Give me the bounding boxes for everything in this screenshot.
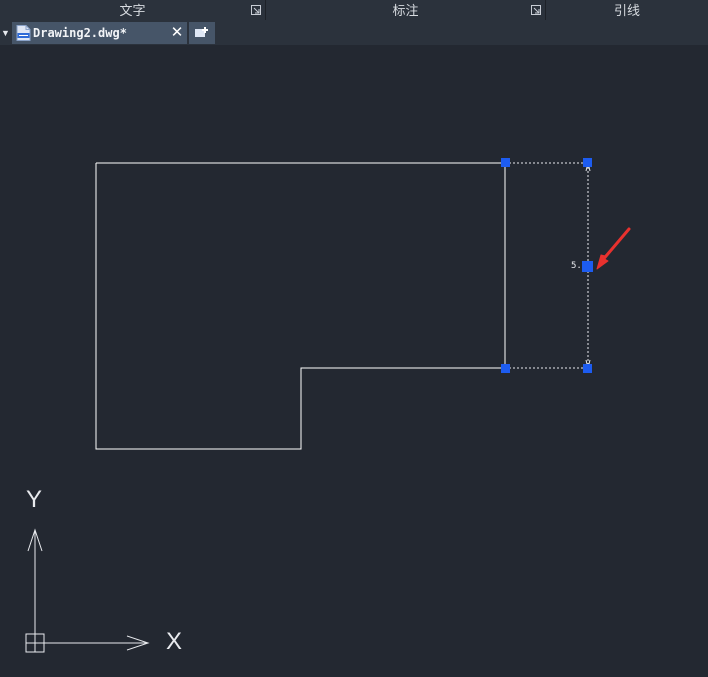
grip-dimension-text[interactable] <box>582 261 593 272</box>
new-tab-icon <box>195 27 208 37</box>
panel-dimension[interactable]: 标注 <box>266 0 546 20</box>
grip-top-right[interactable] <box>583 158 592 167</box>
panel-leader[interactable]: 引线 <box>546 0 708 20</box>
annotation-arrow-shaft <box>599 227 631 264</box>
ribbon-panel-bar: 文字 标注 引线 <box>0 0 708 22</box>
l-shape-polyline[interactable] <box>95 162 506 450</box>
panel-text[interactable]: 文字 <box>0 0 266 20</box>
document-tab-bar: ▼ Drawing2.dwg* ✕ <box>0 21 708 45</box>
ucs-icon <box>25 528 150 653</box>
ucs-y-label: Y <box>26 486 43 513</box>
panel-text-label: 文字 <box>119 3 146 18</box>
dwg-file-icon <box>16 25 31 41</box>
drawing-canvas[interactable] <box>0 45 708 677</box>
tab-menu-dropdown[interactable]: ▼ <box>0 21 11 45</box>
panel-dimension-label: 标注 <box>392 3 419 18</box>
document-tab[interactable]: Drawing2.dwg* ✕ <box>12 22 187 44</box>
ucs-x-label: X <box>166 628 183 655</box>
expand-arrow-icon[interactable] <box>251 5 261 15</box>
grip-bottom-right[interactable] <box>583 364 592 373</box>
grip-top-left[interactable] <box>501 158 510 167</box>
new-tab-button[interactable] <box>189 22 215 44</box>
document-tab-title: Drawing2.dwg* <box>33 26 127 40</box>
expand-arrow-icon[interactable] <box>531 5 541 15</box>
close-icon[interactable]: ✕ <box>168 22 186 44</box>
grip-bottom-left[interactable] <box>501 364 510 373</box>
panel-leader-label: 引线 <box>613 3 640 18</box>
